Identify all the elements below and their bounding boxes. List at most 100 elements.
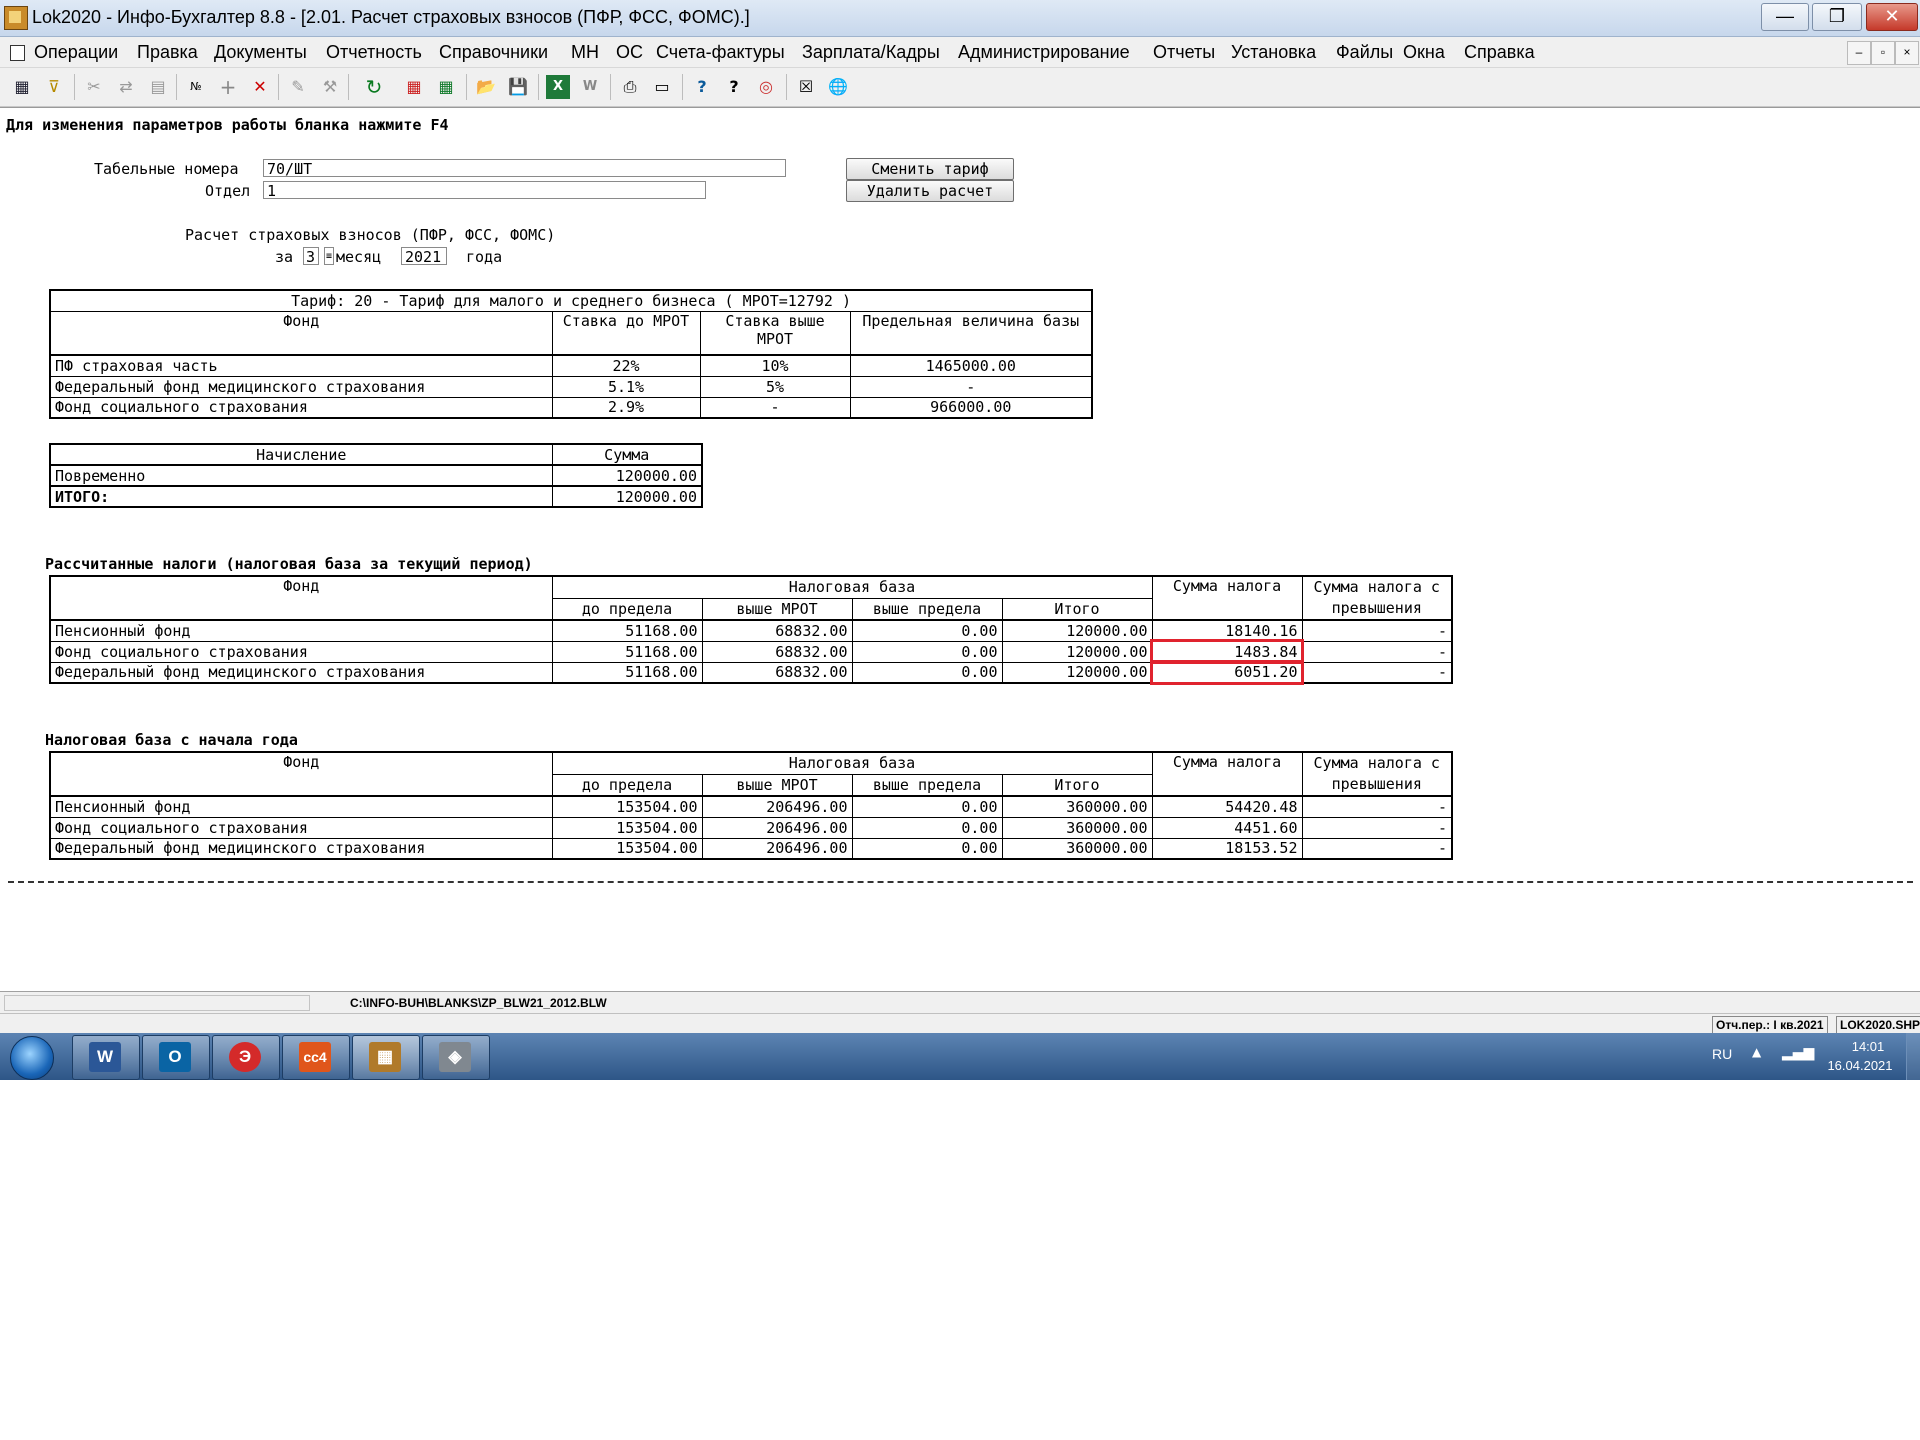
taskbar-app-e[interactable]: Э [212,1035,280,1080]
title-bar: Lok2020 - Инфо-Бухгалтер 8.8 - [2.01. Ра… [0,0,1920,37]
help-icon[interactable]: ? [690,75,714,99]
menu-help[interactable]: Справка [1464,42,1535,63]
status-db-file: LOK2020.SHP [1836,1016,1920,1034]
menu-mn[interactable]: МН [571,42,599,63]
col-above-limit: выше предела [851,597,1003,621]
calendar-icon[interactable]: ▦ [402,75,426,99]
col-limit: Предельная величина базы [849,310,1093,356]
web-icon[interactable]: 🌐 [826,75,850,99]
word-icon[interactable]: W [578,75,602,99]
below-limit: 51168.00 [551,619,703,642]
clock-date[interactable]: 16.04.2021 [1820,1058,1900,1073]
close-doc-icon[interactable]: ☒ [794,75,818,99]
status-bar: C:\INFO-BUH\BLANKS\ZP_BLW21_2012.BLW [0,991,1920,1014]
paste-icon[interactable]: ▤ [146,75,170,99]
add-icon[interactable]: + [216,75,240,99]
fund-name: Фонд социального страхования [49,396,553,419]
limit-value: 1465000.00 [849,354,1093,377]
col-above-mrot: выше МРОТ [701,597,853,621]
filter-icon[interactable]: ⊽ [42,75,66,99]
ytd-taxes-title: Налоговая база с начала года [45,731,298,749]
month-spin[interactable]: ≡ [324,247,334,265]
above-mrot: 206496.00 [701,795,853,818]
change-tariff-button[interactable]: Сменить тариф [846,158,1014,180]
restore-button[interactable]: ❐ [1812,3,1862,31]
table-row: Фонд социального страхования 153504.00 2… [49,816,1453,839]
tool-b-icon[interactable]: ⚒ [318,75,342,99]
compass-icon[interactable]: ◎ [754,75,778,99]
delete-icon[interactable]: ✕ [248,75,272,99]
mdi-close-button[interactable]: × [1895,41,1919,65]
close-button[interactable]: ✕ [1866,3,1918,31]
save-icon[interactable]: 💾 [506,75,530,99]
col-fund: Фонд [49,310,553,356]
dept-field[interactable]: 1 [263,181,706,200]
menu-documents[interactable]: Документы [214,42,307,63]
document-menu-icon[interactable] [10,45,25,61]
refresh-icon[interactable]: ↻ [362,75,386,99]
table-row: ПФ страховая часть 22% 10% 1465000.00 [49,354,1093,377]
tray-expand-icon[interactable]: ▲ [1752,1045,1761,1059]
month-field[interactable]: 3 [303,247,319,266]
mdi-minimize-button[interactable]: – [1847,41,1871,65]
network-icon[interactable]: ▂▄▆ [1782,1045,1814,1061]
print-icon[interactable]: ⎙ [618,75,642,99]
taskbar-outlook[interactable]: O [142,1035,210,1080]
open-folder-icon[interactable]: 📂 [474,75,498,99]
menu-reporting[interactable]: Отчетность [326,42,422,63]
menu-files[interactable]: Файлы [1336,42,1393,63]
menu-operations[interactable]: Операции [34,42,118,63]
menu-administration[interactable]: Администрирование [958,42,1130,63]
menu-os[interactable]: ОС [616,42,643,63]
taskbar-disk[interactable]: ◈ [422,1035,490,1080]
cut-icon[interactable]: ✂ [82,75,106,99]
app-icon[interactable] [4,6,28,30]
excel-icon[interactable]: X [546,75,570,99]
table-row: Федеральный фонд медицинского страховани… [49,837,1453,860]
move-icon[interactable]: ⇄ [114,75,138,99]
year-field[interactable]: 2021 [401,247,447,266]
menu-setup[interactable]: Установка [1231,42,1316,63]
tab-number-field[interactable]: 70/ШТ [263,159,786,178]
preview-icon[interactable]: ▭ [650,75,674,99]
tax-excess: - [1301,619,1453,642]
number-icon[interactable]: № [184,75,208,99]
taskbar-cc4[interactable]: cc4 [282,1035,350,1080]
mdi-restore-button[interactable]: ▫ [1871,41,1895,65]
clock-time[interactable]: 14:01 [1838,1039,1898,1054]
table-row: Федеральный фонд медицинского страховани… [49,660,1453,685]
minimize-button[interactable]: — [1761,3,1809,31]
menu-reports[interactable]: Отчеты [1153,42,1215,63]
context-help-icon[interactable]: ? [722,75,746,99]
tool-a-icon[interactable]: ✎ [286,75,310,99]
col-accrual: Начисление [49,443,553,466]
below-limit: 51168.00 [551,661,703,684]
tax-excess: - [1301,816,1453,839]
menu-payroll[interactable]: Зарплата/Кадры [802,42,940,63]
menu-directories[interactable]: Справочники [439,42,548,63]
language-indicator[interactable]: RU [1712,1046,1732,1062]
col-rate-below: Ставка до МРОТ [551,310,701,356]
accrual-name: Повременно [49,464,553,487]
tax-sum: 18140.16 [1151,619,1303,642]
above-mrot: 206496.00 [701,816,853,839]
menu-windows[interactable]: Окна [1403,42,1445,63]
taskbar-word[interactable]: W [72,1035,140,1080]
above-limit: 0.00 [851,795,1003,818]
show-desktop-button[interactable] [1906,1033,1920,1080]
ytd-taxes-table: Фонд Налоговая база Сумма налога Сумма н… [49,751,1453,860]
table-row: Пенсионный фонд 51168.00 68832.00 0.00 1… [49,619,1453,642]
year-label: года [466,248,503,266]
menu-edit[interactable]: Правка [137,42,198,63]
calculator-icon[interactable]: ▦ [434,75,458,99]
taskbar-infobuh[interactable]: ▦ [352,1035,420,1080]
grid-icon[interactable]: ▦ [10,75,34,99]
below-limit: 153504.00 [551,837,703,860]
f4-hint: Для изменения параметров работы бланка н… [6,116,449,134]
menu-invoices[interactable]: Счета-фактуры [656,42,785,63]
col-tax-base: Налоговая база [551,751,1153,775]
word-icon: W [89,1042,121,1072]
delete-calc-button[interactable]: Удалить расчет [846,180,1014,202]
tax-excess: - [1301,640,1453,663]
start-button[interactable] [10,1036,54,1080]
